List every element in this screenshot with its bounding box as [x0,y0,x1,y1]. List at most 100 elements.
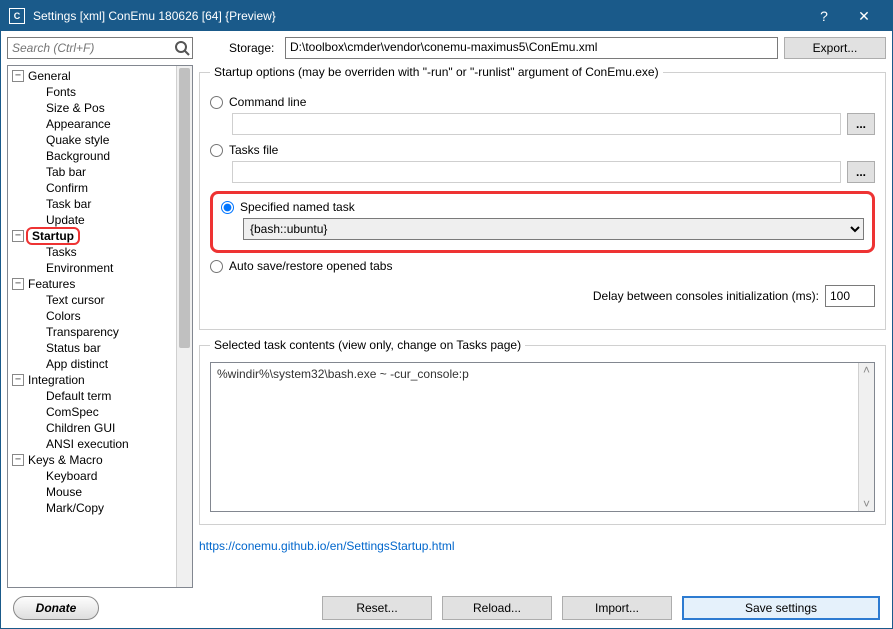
radio-command-line[interactable] [210,96,223,109]
tree-toggle-icon[interactable]: − [12,278,24,290]
tree-toggle-icon [30,502,42,514]
tree-item-default-term[interactable]: Default term [8,388,176,404]
search-input[interactable] [7,37,193,59]
tree-item-confirm[interactable]: Confirm [8,180,176,196]
tree-item-label: ANSI execution [44,437,131,451]
help-button[interactable]: ? [804,1,844,31]
tree-toggle-icon [30,150,42,162]
delay-input[interactable] [825,285,875,307]
tree-item-features[interactable]: −Features [8,276,176,292]
close-button[interactable]: ✕ [844,1,884,31]
tree-item-label: Text cursor [44,293,107,307]
tree-item-label: Keyboard [44,469,99,483]
title-bar: C Settings [xml] ConEmu 180626 [64] {Pre… [1,1,892,31]
tree-toggle-icon [30,294,42,306]
tree-item-fonts[interactable]: Fonts [8,84,176,100]
tree-item-text-cursor[interactable]: Text cursor [8,292,176,308]
tasks-file-browse[interactable]: ... [847,161,875,183]
tree-toggle-icon [30,134,42,146]
tree-toggle-icon [30,390,42,402]
tree-toggle-icon [30,310,42,322]
tree-item-environment[interactable]: Environment [8,260,176,276]
tree-item-ansi-execution[interactable]: ANSI execution [8,436,176,452]
tree-item-status-bar[interactable]: Status bar [8,340,176,356]
tree-item-label: Default term [44,389,113,403]
tree-item-tasks[interactable]: Tasks [8,244,176,260]
tree-item-label: Confirm [44,181,90,195]
radio-tasks-file-label: Tasks file [229,143,278,157]
tree-item-task-bar[interactable]: Task bar [8,196,176,212]
tree-item-label: Tab bar [44,165,88,179]
tasks-file-input[interactable] [232,161,841,183]
reload-button[interactable]: Reload... [442,596,552,620]
donate-button[interactable]: Donate [13,596,99,620]
radio-command-line-label: Command line [229,95,306,109]
tree-toggle-icon[interactable]: − [12,70,24,82]
tree-scrollbar[interactable] [176,66,192,587]
tree-toggle-icon[interactable]: − [12,454,24,466]
tree-toggle-icon [30,214,42,226]
radio-auto-save[interactable] [210,260,223,273]
startup-options-group: Startup options (may be overriden with "… [199,65,886,330]
tree-item-background[interactable]: Background [8,148,176,164]
tree-item-app-distinct[interactable]: App distinct [8,356,176,372]
tree-toggle-icon [30,246,42,258]
tree-item-transparency[interactable]: Transparency [8,324,176,340]
tree-item-label: General [26,69,73,83]
tree-toggle-icon [30,118,42,130]
tree-item-comspec[interactable]: ComSpec [8,404,176,420]
tree-item-mark-copy[interactable]: Mark/Copy [8,500,176,516]
tree-toggle-icon [30,326,42,338]
save-settings-button[interactable]: Save settings [682,596,880,620]
tree-item-colors[interactable]: Colors [8,308,176,324]
tree-toggle-icon [30,182,42,194]
nav-tree: −GeneralFontsSize & PosAppearanceQuake s… [7,65,193,588]
tree-item-label: Keys & Macro [26,453,105,467]
tree-toggle-icon [30,102,42,114]
tree-item-label: Mouse [44,485,84,499]
tree-item-tab-bar[interactable]: Tab bar [8,164,176,180]
tree-item-keyboard[interactable]: Keyboard [8,468,176,484]
tree-item-mouse[interactable]: Mouse [8,484,176,500]
tree-toggle-icon [30,470,42,482]
contents-scrollbar[interactable]: ˄˅ [858,363,874,511]
tree-item-children-gui[interactable]: Children GUI [8,420,176,436]
storage-path[interactable]: D:\toolbox\cmder\vendor\conemu-maximus5\… [285,37,778,59]
import-button[interactable]: Import... [562,596,672,620]
tree-item-label: App distinct [44,357,110,371]
tree-item-startup[interactable]: −Startup [8,228,176,244]
tree-item-quake-style[interactable]: Quake style [8,132,176,148]
radio-tasks-file[interactable] [210,144,223,157]
tree-toggle-icon [30,438,42,450]
tree-toggle-icon [30,86,42,98]
tree-item-label: Fonts [44,85,78,99]
named-task-select[interactable]: {bash::ubuntu} [243,218,864,240]
tree-item-label: Update [44,213,87,227]
radio-named-task[interactable] [221,201,234,214]
tree-toggle-icon [30,262,42,274]
tree-item-label: Appearance [44,117,113,131]
tree-toggle-icon[interactable]: − [12,374,24,386]
command-line-input[interactable] [232,113,841,135]
search-icon[interactable] [174,40,190,56]
tree-item-keys[interactable]: −Keys & Macro [8,452,176,468]
tree-item-integration[interactable]: −Integration [8,372,176,388]
tree-item-general[interactable]: −General [8,68,176,84]
export-button[interactable]: Export... [784,37,886,59]
tree-item-label: Status bar [44,341,103,355]
task-contents-text: %windir%\system32\bash.exe ~ -cur_consol… [211,363,874,385]
tree-toggle-icon [30,422,42,434]
tree-item-label: Mark/Copy [44,501,106,515]
help-link[interactable]: https://conemu.github.io/en/SettingsStar… [199,539,454,553]
task-contents-box: %windir%\system32\bash.exe ~ -cur_consol… [210,362,875,512]
tree-item-label: Environment [44,261,115,275]
tree-item-label: Transparency [44,325,121,339]
tree-toggle-icon[interactable]: − [12,230,24,242]
tree-item-size-pos[interactable]: Size & Pos [8,100,176,116]
radio-auto-save-label: Auto save/restore opened tabs [229,259,392,273]
reset-button[interactable]: Reset... [322,596,432,620]
tree-toggle-icon [30,486,42,498]
tree-item-appearance[interactable]: Appearance [8,116,176,132]
tree-item-update[interactable]: Update [8,212,176,228]
command-line-browse[interactable]: ... [847,113,875,135]
